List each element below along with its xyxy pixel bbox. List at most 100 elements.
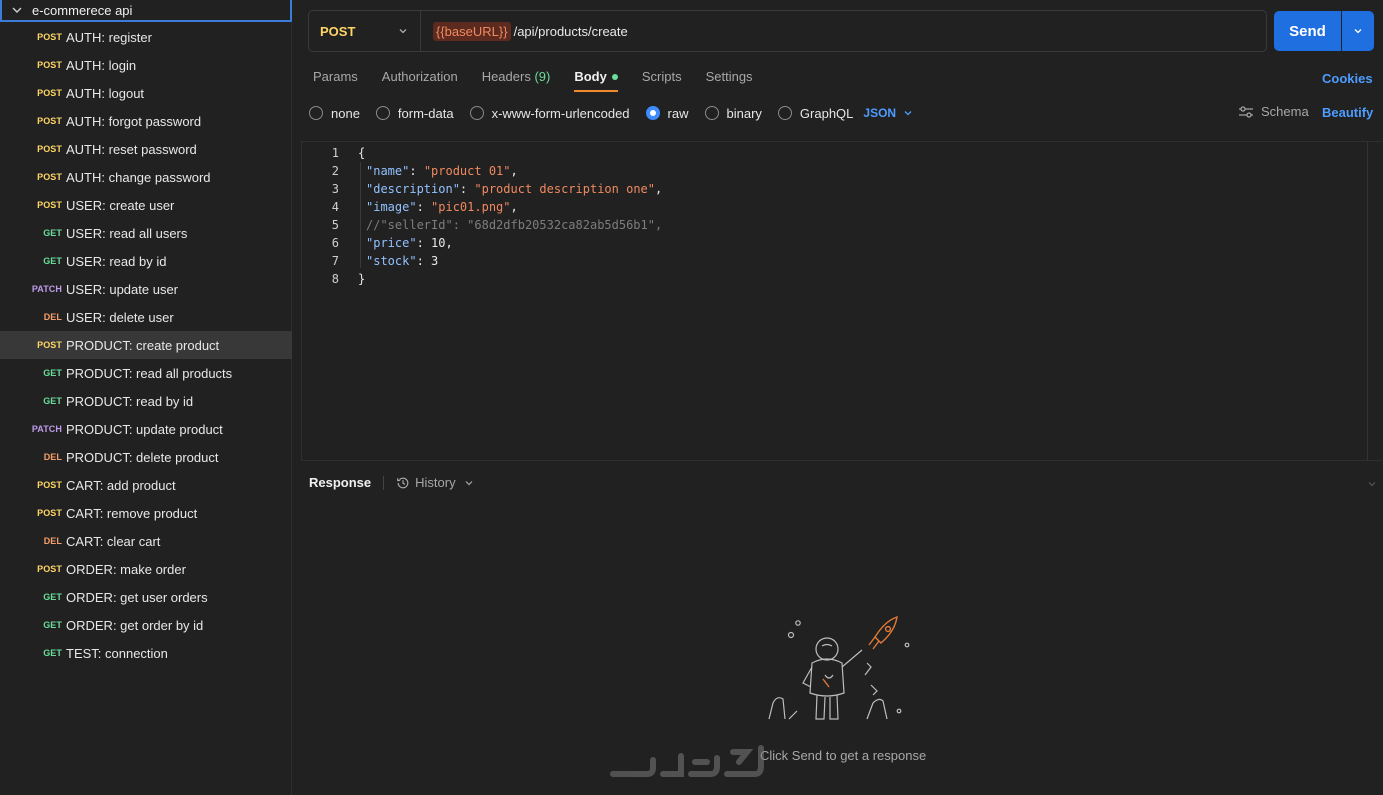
code-token: "pic01.png" [431, 200, 511, 214]
collection-name: e-commerece api [32, 2, 133, 18]
sidebar-request-item[interactable]: GET PRODUCT: read all products [0, 359, 292, 387]
radio-circle[interactable] [469, 106, 484, 120]
sidebar-request-item[interactable]: GET TEST: connection [0, 639, 292, 667]
history-dropdown[interactable]: History [396, 475, 478, 490]
sidebar-request-item[interactable]: GET USER: read by id [0, 247, 292, 275]
code-text: { [339, 144, 365, 162]
send-options-button[interactable] [1342, 11, 1374, 51]
tab-scripts[interactable]: Scripts [642, 62, 682, 92]
method-badge: DEL [43, 312, 62, 322]
format-value: JSON [863, 106, 897, 120]
request-label: PRODUCT: create product [66, 337, 220, 353]
sidebar-request-item[interactable]: PATCH USER: update user [0, 275, 292, 303]
radio-binary-label: binary [726, 105, 762, 121]
line-number: 6 [331, 236, 339, 250]
body-editor[interactable]: 1{2 "name": "product 01", 3 "description": … [301, 141, 1382, 461]
request-label: PRODUCT: update product [66, 421, 223, 437]
code-line: 1{ [302, 144, 365, 162]
format-select[interactable]: JSON [863, 106, 913, 120]
method-badge: POST [37, 564, 62, 574]
radio-raw[interactable]: raw [645, 106, 689, 121]
code-token: } [358, 272, 366, 286]
sidebar-request-item[interactable]: POST AUTH: logout [0, 79, 292, 107]
response-header: Response History [309, 475, 479, 490]
radio-binary[interactable]: binary [704, 105, 762, 121]
sidebar-request-item[interactable]: POST USER: create user [0, 191, 292, 219]
radio-graphql-label: GraphQL [799, 105, 854, 121]
history-label: History [415, 475, 456, 490]
code-text: //"sellerId": "68d2dfb20532ca82ab5d56b1"… [339, 216, 662, 234]
method-badge: POST [37, 88, 62, 98]
radio-circle[interactable] [375, 106, 390, 120]
code-token: : [459, 182, 475, 196]
collapse-chevron-icon[interactable] [1367, 479, 1377, 489]
radio-circle[interactable] [777, 106, 792, 120]
radio-none[interactable]: none [309, 106, 360, 121]
astronaut-illustration [768, 615, 910, 720]
code-text: "name": "product 01", [339, 162, 518, 180]
url-input[interactable]: {{baseURL}} /api/products/create [421, 21, 628, 41]
method-badge: PATCH [31, 284, 62, 294]
code-line: 2 "name": "product 01", [302, 162, 518, 180]
request-label: USER: read all users [66, 225, 188, 241]
tab-body-label: Body [574, 69, 607, 84]
sidebar-request-item[interactable]: POST AUTH: register [0, 23, 292, 51]
beautify-button[interactable]: Beautify [1322, 105, 1373, 120]
code-token: { [358, 146, 366, 160]
request-list: POST AUTH: register POST AUTH: login POST AUT… [0, 23, 292, 667]
radio-form-data-label: form-data [397, 105, 454, 121]
tab-params[interactable]: Params [313, 62, 358, 92]
method-badge: GET [43, 396, 62, 406]
send-button[interactable]: Send [1274, 11, 1341, 51]
headers-count-badge: (9) [534, 69, 551, 84]
method-badge: POST [37, 60, 62, 70]
tab-headers[interactable]: Headers (9) [482, 62, 551, 92]
sidebar-request-item[interactable]: GET ORDER: get order by id [0, 611, 292, 639]
url-bar: POST {{baseURL}} /api/products/create [308, 10, 1267, 52]
sidebar-request-item[interactable]: DEL PRODUCT: delete product [0, 443, 292, 471]
tab-settings[interactable]: Settings [706, 62, 753, 92]
schema-button[interactable]: Schema [1238, 104, 1309, 119]
sidebar-request-item[interactable]: POST AUTH: login [0, 51, 292, 79]
request-label: PRODUCT: delete product [66, 449, 219, 465]
radio-circle[interactable] [309, 106, 323, 120]
sidebar-request-item[interactable]: POST PRODUCT: create product [0, 331, 292, 359]
code-token: : [416, 200, 432, 214]
request-label: AUTH: login [66, 57, 137, 73]
sidebar-request-item[interactable]: POST ORDER: make order [0, 555, 292, 583]
sidebar-request-item[interactable]: POST AUTH: reset password [0, 135, 292, 163]
code-line: 3 "description": "product description one… [302, 180, 662, 198]
code-token: 10 [431, 236, 446, 250]
sidebar-request-item[interactable]: DEL CART: clear cart [0, 527, 292, 555]
line-number: 2 [331, 164, 339, 178]
method-select[interactable]: POST [309, 11, 421, 51]
radio-graphql[interactable]: GraphQL [777, 105, 854, 121]
sidebar-request-item[interactable]: POST AUTH: change password [0, 163, 292, 191]
sidebar-request-item[interactable]: POST CART: add product [0, 471, 292, 499]
method-badge: POST [37, 172, 62, 182]
sidebar-request-item[interactable]: GET USER: read all users [0, 219, 292, 247]
cookies-link[interactable]: Cookies [1322, 71, 1373, 86]
radio-form-data[interactable]: form-data [375, 105, 454, 121]
sidebar-request-item[interactable]: PATCH PRODUCT: update product [0, 415, 292, 443]
sidebar-request-item[interactable]: DEL USER: delete user [0, 303, 292, 331]
tab-authorization[interactable]: Authorization [382, 62, 458, 92]
request-label: PRODUCT: read all products [66, 365, 233, 381]
request-label: AUTH: register [66, 29, 152, 45]
radio-urlencoded[interactable]: x-www-form-urlencoded [469, 106, 630, 121]
sidebar-request-item[interactable]: GET ORDER: get user orders [0, 583, 292, 611]
sidebar-request-item[interactable]: POST CART: remove product [0, 499, 292, 527]
url-variable[interactable]: {{baseURL}} [433, 21, 511, 41]
radio-circle-checked[interactable] [645, 106, 660, 120]
editor-scrollbar[interactable] [1367, 142, 1368, 460]
sidebar-request-item[interactable]: POST AUTH: forgot password [0, 107, 292, 135]
code-token: "product 01" [423, 164, 511, 178]
tab-body[interactable]: Body [574, 62, 618, 92]
response-title[interactable]: Response [309, 475, 371, 490]
radio-circle[interactable] [704, 106, 719, 120]
sidebar-request-item[interactable]: GET PRODUCT: read by id [0, 387, 292, 415]
method-badge: GET [43, 256, 62, 266]
chevron-down-icon[interactable] [10, 3, 24, 17]
tab-params-label: Params [313, 69, 358, 84]
collection-row[interactable]: e-commerece api [0, 0, 292, 22]
